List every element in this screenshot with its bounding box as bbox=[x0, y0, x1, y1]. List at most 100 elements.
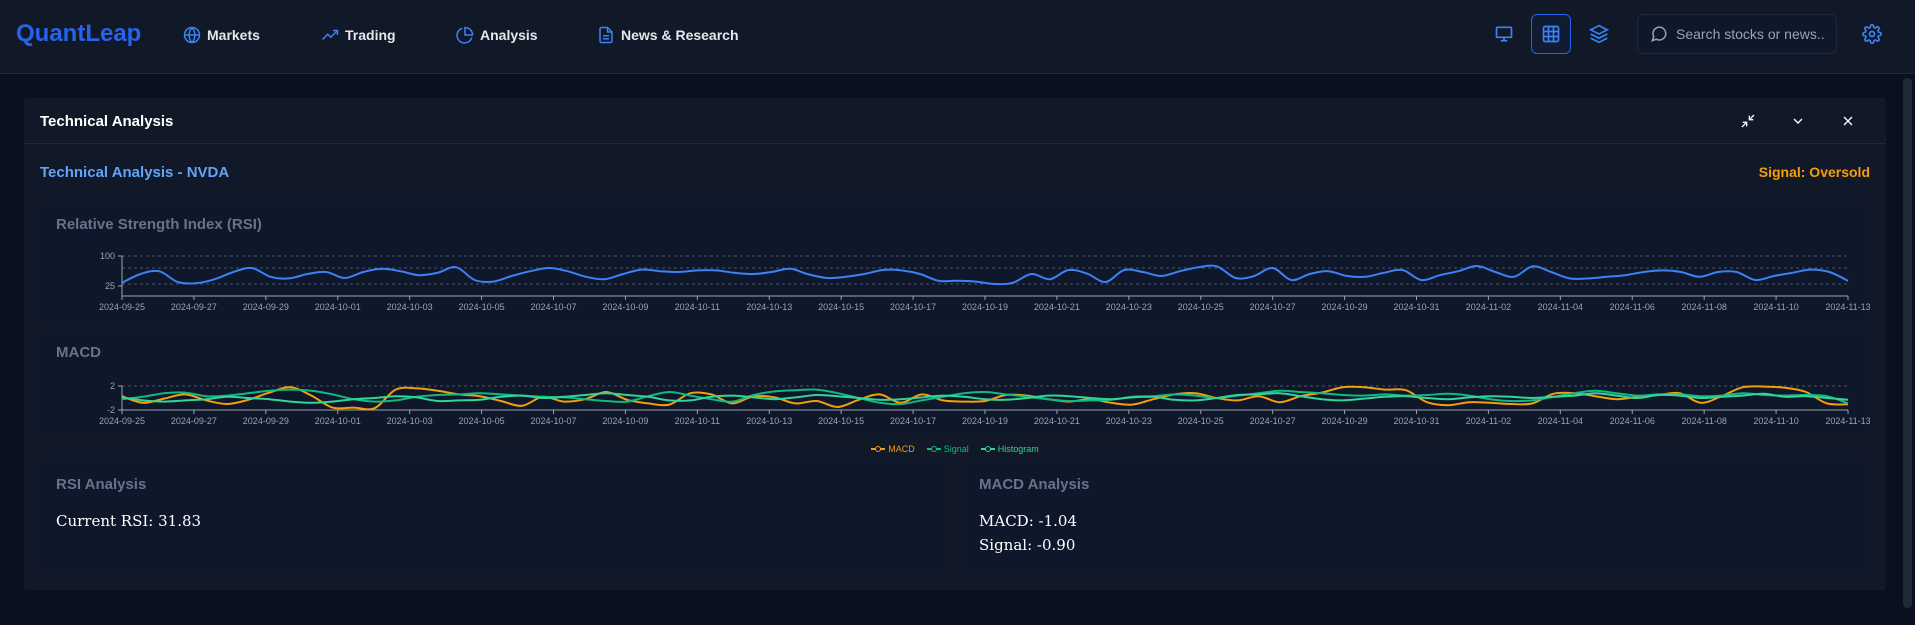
macd-x-tick-label: 2024-10-25 bbox=[1178, 416, 1224, 426]
monitor-icon bbox=[1495, 26, 1513, 42]
macd-x-tick-label: 2024-11-06 bbox=[1610, 416, 1655, 426]
macd-x-tick-label: 2024-09-25 bbox=[99, 416, 145, 426]
app-logo[interactable]: QuantLeap bbox=[16, 20, 141, 48]
minimize-icon bbox=[1741, 114, 1755, 128]
rsi-x-tick-label: 2024-11-06 bbox=[1610, 302, 1655, 312]
macd-x-tick-label: 2024-10-13 bbox=[746, 416, 792, 426]
rsi-x-tick-label: 2024-10-03 bbox=[387, 302, 433, 312]
globe-icon bbox=[183, 26, 201, 44]
rsi-x-tick-label: 2024-10-25 bbox=[1178, 302, 1224, 312]
macd-x-tick-label: 2024-11-13 bbox=[1825, 416, 1870, 426]
rsi-chart-card: Relative Strength Index (RSI) 25 100 2024-… bbox=[40, 202, 1870, 324]
macd-chart-card: MACD -2 2 2024-09-25 2024-09-27 2024-09-29 20… bbox=[40, 330, 1870, 436]
macd-x-tick-label: 2024-10-23 bbox=[1106, 416, 1152, 426]
macd-x-tick-label: 2024-10-17 bbox=[890, 416, 936, 426]
rsi-series-line bbox=[121, 264, 1849, 286]
macd-y-tick-label: 2 bbox=[110, 381, 115, 391]
macd-x-tick-label: 2024-10-11 bbox=[675, 416, 720, 426]
chat-search-icon bbox=[1650, 26, 1667, 43]
rsi-x-tick-label: 2024-10-09 bbox=[602, 302, 648, 312]
macd-x-tick-label: 2024-10-19 bbox=[962, 416, 1008, 426]
monitor-view-button[interactable] bbox=[1484, 14, 1524, 54]
nav-trading[interactable]: Trading bbox=[321, 24, 396, 46]
legend-swatch bbox=[926, 445, 941, 453]
macd-analysis-card: MACD Analysis MACD: -1.04 Signal: -0.90 bbox=[963, 458, 1870, 570]
macd-x-tick-label: 2024-10-27 bbox=[1250, 416, 1296, 426]
legend-label: Histogram bbox=[997, 444, 1039, 454]
nav-analysis[interactable]: Analysis bbox=[456, 24, 538, 46]
analysis-subtitle: Technical Analysis - NVDA bbox=[40, 164, 230, 181]
macd-x-tick-label: 2024-10-09 bbox=[602, 416, 648, 426]
rsi-x-tick-label: 2024-10-29 bbox=[1322, 302, 1368, 312]
macd-x-tick-label: 2024-09-29 bbox=[243, 416, 289, 426]
pie-chart-icon bbox=[456, 26, 474, 44]
nav-label-trading: Trading bbox=[345, 27, 396, 43]
rsi-x-tick-label: 2024-10-31 bbox=[1393, 302, 1439, 312]
rsi-x-tick-label: 2024-09-29 bbox=[243, 302, 289, 312]
rsi-x-tick-label: 2024-10-15 bbox=[818, 302, 864, 312]
macd-x-tick-label: 2024-10-29 bbox=[1322, 416, 1368, 426]
rsi-x-tick-label: 2024-10-07 bbox=[530, 302, 576, 312]
minimize-button[interactable] bbox=[1738, 111, 1758, 131]
rsi-x-tick-label: 2024-10-23 bbox=[1106, 302, 1152, 312]
nav-label-news-research: News & Research bbox=[621, 27, 739, 43]
rsi-x-tick-label: 2024-10-17 bbox=[890, 302, 936, 312]
grid-icon bbox=[1542, 25, 1560, 43]
collapse-button[interactable] bbox=[1788, 111, 1808, 131]
chevron-down-icon bbox=[1793, 118, 1803, 124]
macd-x-tick-label: 2024-10-31 bbox=[1393, 416, 1439, 426]
macd-analysis-title: MACD Analysis bbox=[979, 476, 1090, 493]
search-box[interactable] bbox=[1637, 14, 1837, 54]
grid-view-button[interactable] bbox=[1531, 14, 1571, 54]
rsi-x-tick-label: 2024-10-01 bbox=[315, 302, 361, 312]
rsi-chart: 25 100 2024-09-25 2024-09-27 2024-09-29 2024-… bbox=[99, 251, 1870, 312]
technical-analysis-panel: Technical Analysis Technical Analysis - … bbox=[24, 98, 1886, 590]
search-input[interactable] bbox=[1676, 26, 1826, 42]
legend-item-macd[interactable]: MACD bbox=[871, 442, 915, 456]
scrollbar-thumb[interactable] bbox=[1903, 78, 1912, 608]
rsi-analysis-card: RSI Analysis Current RSI: 31.83 bbox=[40, 458, 946, 570]
close-button[interactable] bbox=[1838, 111, 1858, 131]
legend-item-histogram[interactable]: Histogram bbox=[980, 442, 1039, 456]
macd-x-tick-label: 2024-11-02 bbox=[1466, 416, 1511, 426]
rsi-x-tick-label: 2024-09-27 bbox=[171, 302, 217, 312]
macd-x-tick-label: 2024-11-08 bbox=[1681, 416, 1726, 426]
macd-legend: MACD Signal Histogram bbox=[24, 442, 1886, 456]
macd-x-tick-label: 2024-10-21 bbox=[1034, 416, 1080, 426]
macd-x-tick-label: 2024-11-10 bbox=[1753, 416, 1798, 426]
macd-x-tick-label: 2024-10-05 bbox=[459, 416, 505, 426]
nav-news-research[interactable]: News & Research bbox=[597, 24, 739, 46]
rsi-x-tick-label: 2024-11-10 bbox=[1753, 302, 1798, 312]
nav-label-markets: Markets bbox=[207, 27, 260, 43]
rsi-x-tick-label: 2024-10-27 bbox=[1250, 302, 1296, 312]
rsi-x-tick-label: 2024-11-13 bbox=[1825, 302, 1870, 312]
nav-label-analysis: Analysis bbox=[480, 27, 538, 43]
macd-chart: -2 2 2024-09-25 2024-09-27 2024-09-29 2024-10… bbox=[99, 381, 1870, 426]
gear-icon[interactable] bbox=[1862, 24, 1882, 44]
legend-label: Signal bbox=[943, 444, 969, 454]
macd-x-tick-label: 2024-10-03 bbox=[387, 416, 433, 426]
macd-x-tick-label: 2024-11-04 bbox=[1538, 416, 1583, 426]
rsi-x-tick-label: 2024-10-21 bbox=[1034, 302, 1080, 312]
page-scrollbar[interactable] bbox=[1900, 74, 1915, 625]
macd-x-tick-label: 2024-09-27 bbox=[171, 416, 217, 426]
panel-title: Technical Analysis bbox=[40, 113, 174, 130]
layers-view-button[interactable] bbox=[1579, 14, 1619, 54]
close-icon bbox=[1843, 116, 1853, 126]
rsi-y-tick-label: 100 bbox=[100, 251, 115, 261]
macd-y-tick-label: -2 bbox=[107, 405, 115, 415]
trending-up-icon bbox=[321, 29, 339, 41]
macd-x-tick-label: 2024-10-15 bbox=[818, 416, 864, 426]
legend-swatch bbox=[871, 445, 886, 453]
rsi-x-tick-label: 2024-10-11 bbox=[675, 302, 720, 312]
rsi-x-tick-label: 2024-10-13 bbox=[746, 302, 792, 312]
document-icon bbox=[599, 26, 613, 44]
nav-markets[interactable]: Markets bbox=[183, 24, 260, 46]
rsi-x-tick-label: 2024-10-19 bbox=[962, 302, 1008, 312]
legend-item-signal[interactable]: Signal bbox=[926, 442, 969, 456]
layers-icon bbox=[1589, 24, 1609, 44]
legend-swatch bbox=[980, 445, 995, 453]
top-navigation-bar: QuantLeap Markets Trading Analysis News … bbox=[0, 0, 1915, 74]
legend-label: MACD bbox=[888, 444, 915, 454]
macd-x-tick-label: 2024-10-07 bbox=[530, 416, 576, 426]
